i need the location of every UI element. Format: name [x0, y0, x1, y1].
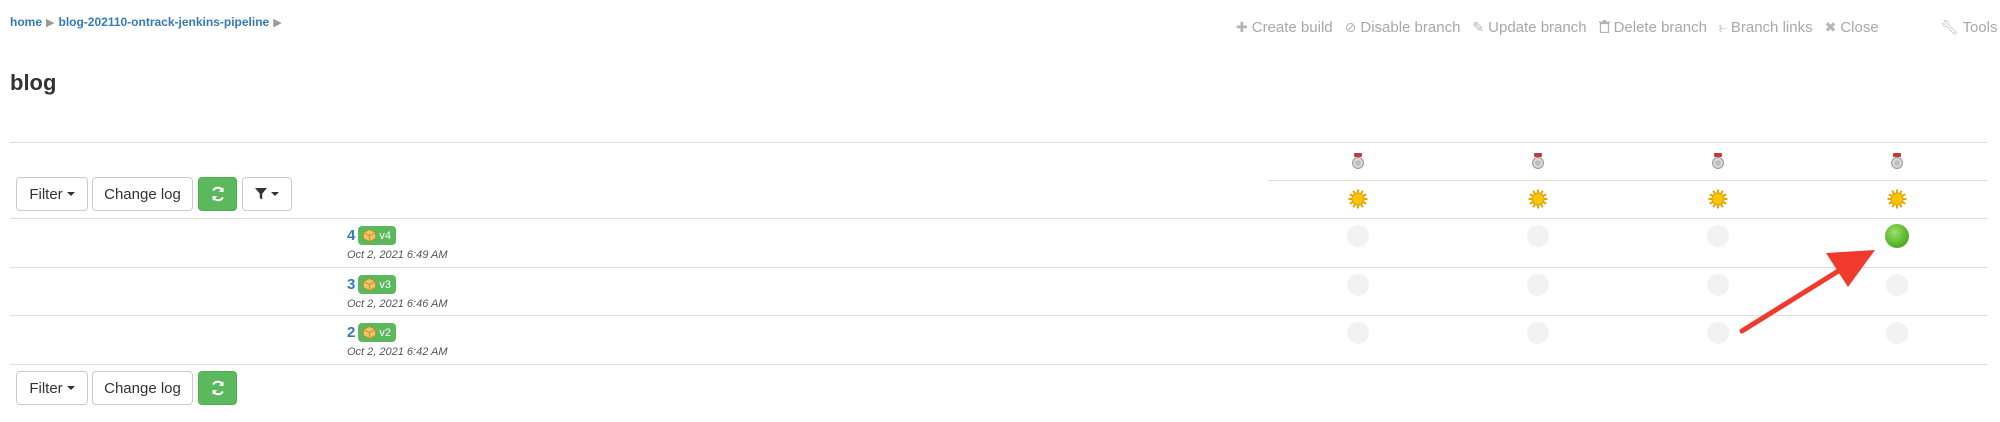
- build-label-badge[interactable]: v4: [358, 226, 396, 245]
- validation-empty-dot[interactable]: [1527, 274, 1549, 296]
- validation-empty-dot[interactable]: [1347, 225, 1369, 247]
- build-heading: 3 v3: [347, 275, 396, 294]
- validation-empty-dot[interactable]: [1886, 322, 1908, 344]
- build-heading: 4 v4: [347, 226, 396, 245]
- build-heading: 2 v2: [347, 323, 396, 342]
- close-link[interactable]: ✖ Close: [1825, 19, 1879, 36]
- delete-branch-link[interactable]: Delete branch: [1598, 19, 1707, 36]
- refresh-button-bottom[interactable]: [198, 371, 237, 405]
- divider: [10, 364, 1987, 365]
- branch-links-link[interactable]: ⥼ Branch links: [1719, 19, 1813, 36]
- caret-down-icon: [66, 192, 75, 196]
- validation-empty-dot[interactable]: [1707, 225, 1729, 247]
- medal-icon: [1351, 153, 1365, 174]
- filter-options-button[interactable]: [242, 177, 292, 211]
- refresh-icon: [211, 186, 224, 202]
- chevron-right-icon: ▶: [46, 16, 55, 29]
- package-icon: [363, 278, 377, 291]
- breadcrumb-project-link[interactable]: blog-202110-ontrack-jenkins-pipeline: [58, 15, 269, 29]
- validation-empty-dot[interactable]: [1347, 274, 1369, 296]
- caret-down-icon: [66, 386, 75, 390]
- divider: [10, 218, 1987, 219]
- filter-button-bottom[interactable]: Filter: [16, 371, 88, 405]
- divider: [10, 267, 1987, 268]
- medal-icon: [1890, 153, 1904, 174]
- validation-empty-dot[interactable]: [1886, 274, 1908, 296]
- divider: [10, 142, 1987, 143]
- change-log-button-bottom[interactable]: Change log: [92, 371, 193, 405]
- build-number-link[interactable]: 4: [347, 227, 355, 244]
- validation-passed-dot[interactable]: [1885, 224, 1909, 248]
- validation-empty-dot[interactable]: [1527, 225, 1549, 247]
- refresh-button[interactable]: [198, 177, 237, 211]
- build-number-link[interactable]: 3: [347, 276, 355, 293]
- package-icon: [363, 326, 377, 339]
- annotation-arrow-icon: [1739, 250, 1875, 334]
- build-date: Oct 2, 2021 6:46 AM: [347, 298, 448, 310]
- build-number-link[interactable]: 2: [347, 324, 355, 341]
- build-date: Oct 2, 2021 6:49 AM: [347, 249, 448, 261]
- sun-icon: [1528, 189, 1548, 214]
- filter-button[interactable]: Filter: [16, 177, 88, 211]
- build-date: Oct 2, 2021 6:42 AM: [347, 346, 448, 358]
- trash-icon: [1598, 19, 1610, 36]
- sun-icon: [1348, 189, 1368, 214]
- branch-links-icon: ⥼: [1718, 19, 1727, 35]
- branch-actions: ✚ Create build ⊘ Disable branch ✎ Update…: [1236, 19, 2000, 36]
- divider: [10, 315, 1987, 316]
- validation-empty-dot[interactable]: [1707, 322, 1729, 344]
- plus-icon: ✚: [1236, 19, 1248, 35]
- tools-dropdown[interactable]: 🔧︎ Tools: [1941, 19, 2000, 36]
- update-branch-link[interactable]: ✎ Update branch: [1472, 19, 1586, 36]
- validation-empty-dot[interactable]: [1347, 322, 1369, 344]
- create-build-link[interactable]: ✚ Create build: [1236, 19, 1333, 36]
- disable-branch-link[interactable]: ⊘ Disable branch: [1345, 19, 1461, 36]
- divider: [1268, 180, 1987, 181]
- medal-icon: [1531, 153, 1545, 174]
- page-title: blog: [10, 70, 57, 95]
- build-label-badge[interactable]: v3: [358, 275, 396, 294]
- caret-down-icon: [271, 192, 279, 196]
- close-icon: ✖: [1824, 19, 1837, 35]
- sun-icon: [1887, 189, 1907, 214]
- funnel-icon: [255, 188, 267, 200]
- refresh-icon: [211, 380, 224, 396]
- validation-empty-dot[interactable]: [1707, 274, 1729, 296]
- chevron-right-icon: ▶: [273, 16, 282, 29]
- build-label-badge[interactable]: v2: [358, 323, 396, 342]
- pencil-icon: ✎: [1472, 19, 1485, 35]
- ban-icon: ⊘: [1344, 19, 1357, 35]
- medal-icon: [1711, 153, 1725, 174]
- package-icon: [363, 229, 377, 242]
- breadcrumb: home ▶ blog-202110-ontrack-jenkins-pipel…: [10, 15, 282, 29]
- change-log-button[interactable]: Change log: [92, 177, 193, 211]
- wrench-icon: 🔧︎: [1940, 19, 1959, 35]
- validation-empty-dot[interactable]: [1527, 322, 1549, 344]
- breadcrumb-home-link[interactable]: home: [10, 15, 42, 29]
- sun-icon: [1708, 189, 1728, 214]
